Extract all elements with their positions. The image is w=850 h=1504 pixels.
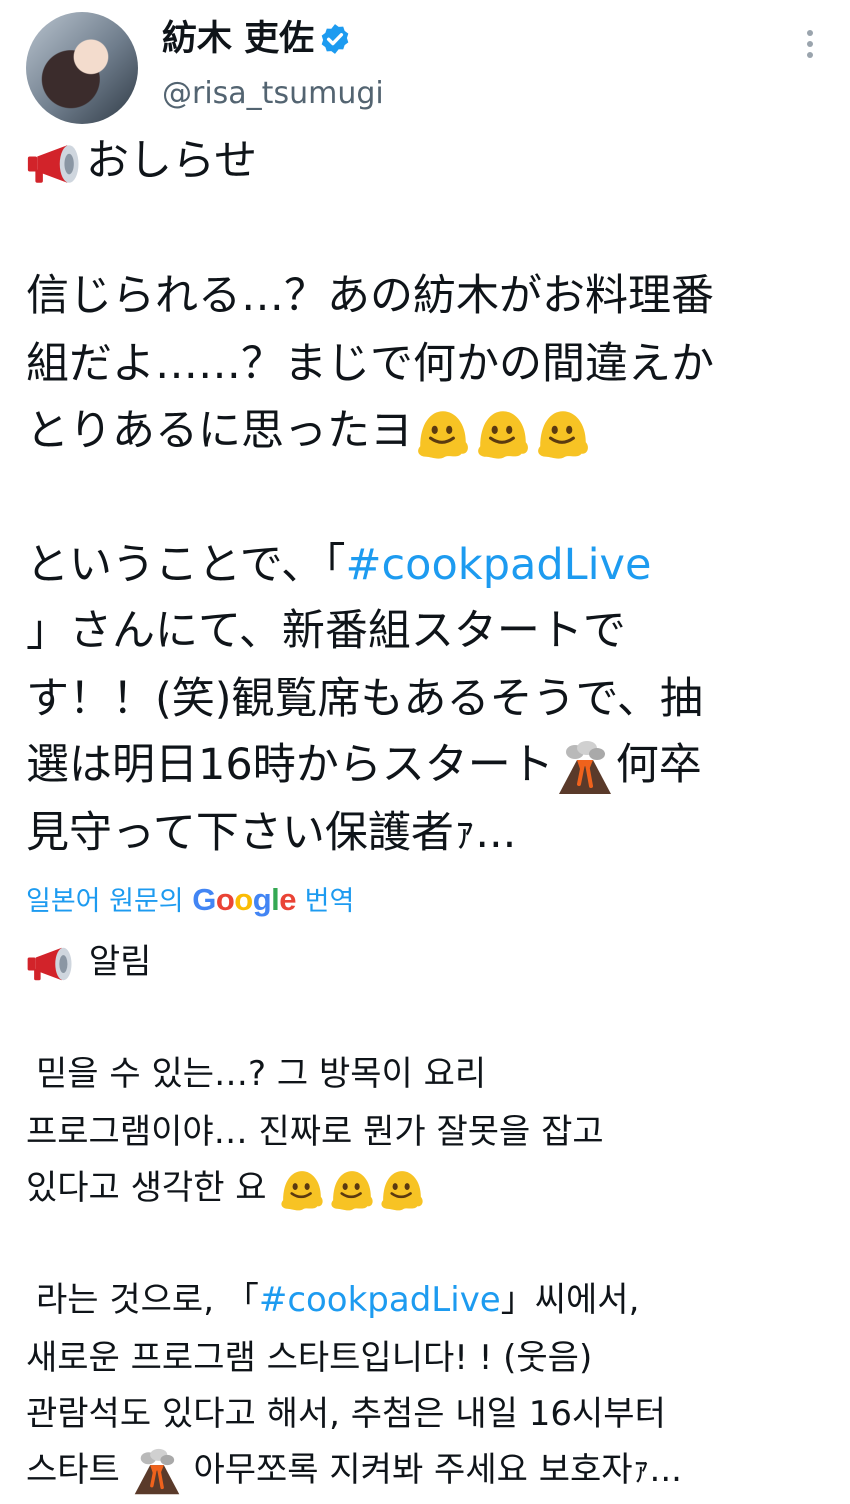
heading-text: 알림 bbox=[88, 942, 152, 982]
line-text: 何卒 bbox=[615, 740, 702, 790]
line-text: 選は明日16時からスタート bbox=[26, 740, 554, 790]
melting-face-emoji bbox=[473, 405, 533, 463]
tweet-line: ということで、「#cookpadLive bbox=[26, 532, 651, 598]
translation-label: 번역 bbox=[304, 886, 355, 917]
translated-line: 있다고 생각한 요 bbox=[26, 1160, 427, 1216]
tweet-line: 組だよ……？まじで何かの間違えか bbox=[26, 339, 714, 389]
line-text: 」씨에서, bbox=[500, 1280, 640, 1320]
tweet-line: 選は明日16時からスタート 何卒 bbox=[26, 732, 702, 798]
melting-face-emoji bbox=[277, 1166, 327, 1214]
melting-face-emoji bbox=[533, 405, 593, 463]
more-vertical-icon[interactable] bbox=[796, 30, 824, 60]
verified-badge-icon bbox=[321, 24, 349, 54]
tweet-line: とりあるに思ったヨ bbox=[26, 398, 593, 464]
melting-face-emoji bbox=[377, 1166, 427, 1214]
line-text: 아무쪼록 지켜봐 주세요 보호자ｧ... bbox=[193, 1450, 682, 1490]
translated-line: 관람석도 있다고 해서, 추첨은 내일 16시부터 bbox=[26, 1394, 666, 1434]
translated-line: 믿을 수 있는…? 그 방목이 요리 bbox=[36, 1054, 487, 1094]
google-logo: Google bbox=[192, 882, 297, 917]
translated-heading: 알림 bbox=[26, 934, 151, 990]
translation-label: 일본어 원문의 bbox=[26, 886, 184, 917]
translated-line: 프로그램이야… 진짜로 뭔가 잘못을 잡고 bbox=[26, 1112, 604, 1152]
translation-attribution[interactable]: 일본어 원문의 Google 번역 bbox=[26, 880, 354, 922]
heading-text: おしらせ bbox=[86, 136, 258, 186]
translated-line: 라는 것으로, 「#cookpadLive」씨에서, bbox=[36, 1272, 639, 1328]
tweet-heading: おしらせ bbox=[26, 128, 257, 194]
volcano-emoji bbox=[554, 740, 616, 796]
hashtag-link[interactable]: #cookpadLive bbox=[346, 540, 652, 590]
hashtag-link[interactable]: #cookpadLive bbox=[259, 1280, 501, 1320]
line-text: 스타트 bbox=[26, 1450, 120, 1490]
line-text: ということで、「 bbox=[26, 540, 346, 590]
translated-line: 새로운 프로그램 스타트입니다! ! (웃음) bbox=[26, 1338, 593, 1378]
display-name[interactable]: 紡木 吏佐 bbox=[162, 16, 314, 62]
line-text: 라는 것으로, 「 bbox=[36, 1280, 259, 1320]
tweet-line: 」さんにて、新番組スタートで bbox=[26, 606, 626, 656]
tweet-line: す！！(笑)観覧席もあるそうで、抽 bbox=[26, 674, 703, 724]
tweet-line: 見守って下さい保護者ｧ... bbox=[26, 808, 517, 858]
tweet-line: 信じられる…？あの紡木がお料理番 bbox=[26, 271, 714, 321]
volcano-emoji bbox=[131, 1448, 183, 1496]
avatar[interactable] bbox=[26, 12, 138, 124]
melting-face-emoji bbox=[413, 405, 473, 463]
megaphone-emoji bbox=[26, 141, 86, 187]
line-text: とりあるに思ったヨ bbox=[26, 406, 413, 456]
line-text: 있다고 생각한 요 bbox=[26, 1168, 267, 1208]
user-handle[interactable]: @risa_tsumugi bbox=[162, 74, 384, 114]
megaphone-emoji bbox=[26, 944, 78, 984]
melting-face-emoji bbox=[327, 1166, 377, 1214]
translated-line: 스타트 아무쪼록 지켜봐 주세요 보호자ｧ... bbox=[26, 1442, 682, 1498]
